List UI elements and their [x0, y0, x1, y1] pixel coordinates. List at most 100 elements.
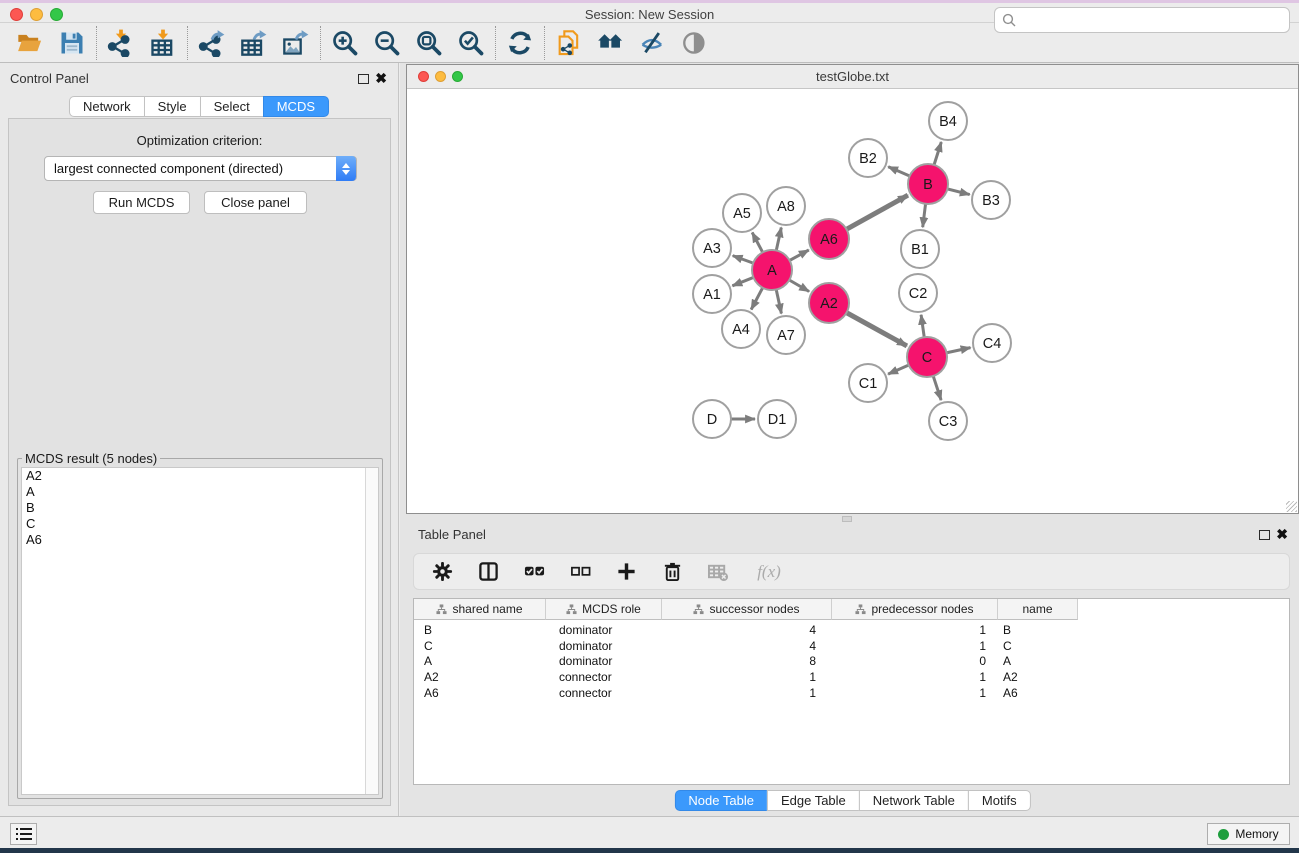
close-table-panel-icon[interactable]: ✖ — [1276, 526, 1288, 543]
delete-table-button[interactable] — [706, 560, 730, 584]
tab-motifs[interactable]: Motifs — [968, 790, 1031, 811]
network-node-A8[interactable]: A8 — [767, 187, 805, 225]
select-all-button[interactable] — [522, 560, 546, 584]
table-cell[interactable]: connector — [559, 685, 662, 701]
memory-button[interactable]: Memory — [1207, 823, 1290, 845]
network-node-A7[interactable]: A7 — [767, 316, 805, 354]
export-image-button[interactable] — [281, 28, 311, 58]
add-column-button[interactable] — [614, 560, 638, 584]
table-cell[interactable]: 1 — [832, 622, 986, 638]
tab-network-table[interactable]: Network Table — [859, 790, 969, 811]
table-cell[interactable]: dominator — [559, 638, 662, 654]
task-history-button[interactable] — [10, 823, 37, 845]
network-node-C1[interactable]: C1 — [849, 364, 887, 402]
network-node-A5[interactable]: A5 — [723, 194, 761, 232]
open-folder-button[interactable] — [15, 28, 45, 58]
hide-graphics-button[interactable] — [638, 28, 668, 58]
network-node-A[interactable]: A — [752, 250, 792, 290]
network-node-A1[interactable]: A1 — [693, 275, 731, 313]
table-cell[interactable]: 1 — [832, 638, 986, 654]
column-header-shared-name[interactable]: shared name — [414, 599, 546, 620]
network-node-B4[interactable]: B4 — [929, 102, 967, 140]
mcds-result-item[interactable]: B — [22, 500, 378, 516]
network-node-D1[interactable]: D1 — [758, 400, 796, 438]
save-session-button[interactable] — [57, 28, 87, 58]
table-cell[interactable]: 1 — [832, 685, 986, 701]
export-network-button[interactable] — [197, 28, 227, 58]
tab-network[interactable]: Network — [69, 96, 145, 117]
network-node-D[interactable]: D — [693, 400, 731, 438]
column-header-predecessor-nodes[interactable]: predecessor nodes — [832, 599, 998, 620]
zoom-in-button[interactable] — [330, 28, 360, 58]
float-table-panel-icon[interactable] — [1259, 530, 1270, 540]
table-cell[interactable]: 1 — [832, 669, 986, 685]
eye-button[interactable] — [680, 28, 710, 58]
settings-gear-button[interactable] — [430, 560, 454, 584]
network-node-B[interactable]: B — [908, 164, 948, 204]
import-network-button[interactable] — [106, 28, 136, 58]
network-node-A6[interactable]: A6 — [809, 219, 849, 259]
float-panel-icon[interactable] — [358, 74, 369, 84]
optimization-select[interactable]: largest connected component (directed) — [44, 156, 357, 181]
zoom-selected-button[interactable] — [456, 28, 486, 58]
network-node-C4[interactable]: C4 — [973, 324, 1011, 362]
import-table-button[interactable] — [148, 28, 178, 58]
mcds-result-item[interactable]: A6 — [22, 532, 378, 548]
network-node-C3[interactable]: C3 — [929, 402, 967, 440]
tab-edge-table[interactable]: Edge Table — [767, 790, 860, 811]
network-node-A2[interactable]: A2 — [809, 283, 849, 323]
table-cell[interactable]: dominator — [559, 622, 662, 638]
table-cell[interactable]: A — [1003, 653, 1078, 669]
tab-mcds[interactable]: MCDS — [263, 96, 329, 117]
home-button[interactable] — [596, 28, 626, 58]
function-button[interactable]: f(x) — [752, 560, 786, 584]
refresh-button[interactable] — [505, 28, 535, 58]
duplicate-network-button[interactable] — [554, 28, 584, 58]
table-cell[interactable]: A6 — [1003, 685, 1078, 701]
network-node-B2[interactable]: B2 — [849, 139, 887, 177]
run-mcds-button[interactable]: Run MCDS — [93, 191, 190, 214]
mcds-result-item[interactable]: C — [22, 516, 378, 532]
table-cell[interactable]: 1 — [662, 669, 816, 685]
split-panel-button[interactable] — [476, 560, 500, 584]
tab-node-table[interactable]: Node Table — [674, 790, 768, 811]
close-panel-button[interactable]: Close panel — [204, 191, 307, 214]
table-cell[interactable]: 0 — [832, 653, 986, 669]
delete-button[interactable] — [660, 560, 684, 584]
column-header-MCDS-role[interactable]: MCDS role — [546, 599, 662, 620]
table-cell[interactable]: 8 — [662, 653, 816, 669]
table-cell[interactable]: B — [1003, 622, 1078, 638]
table-cell[interactable]: B — [424, 622, 546, 638]
table-cell[interactable]: 1 — [662, 685, 816, 701]
column-header-successor-nodes[interactable]: successor nodes — [662, 599, 832, 620]
table-cell[interactable]: connector — [559, 669, 662, 685]
scrollbar-track[interactable] — [365, 468, 378, 794]
column-header-name[interactable]: name — [998, 599, 1078, 620]
search-input[interactable] — [994, 7, 1290, 33]
tab-select[interactable]: Select — [200, 96, 264, 117]
zoom-out-button[interactable] — [372, 28, 402, 58]
table-cell[interactable]: A2 — [1003, 669, 1078, 685]
network-node-A4[interactable]: A4 — [722, 310, 760, 348]
table-cell[interactable]: 4 — [662, 622, 816, 638]
table-cell[interactable]: A2 — [424, 669, 546, 685]
resize-grip-icon[interactable] — [1286, 501, 1297, 512]
table-cell[interactable]: dominator — [559, 653, 662, 669]
network-canvas[interactable]: B4 B2 B B3 A5A8A6 B1 A3 A A1 C2 A2 A4A7 C C4 C1 C3 D D1 — [407, 89, 1298, 513]
deselect-all-button[interactable] — [568, 560, 592, 584]
network-node-B1[interactable]: B1 — [901, 230, 939, 268]
tab-style[interactable]: Style — [144, 96, 201, 117]
network-node-C2[interactable]: C2 — [899, 274, 937, 312]
table-cell[interactable]: C — [424, 638, 546, 654]
network-node-B3[interactable]: B3 — [972, 181, 1010, 219]
table-cell[interactable]: A6 — [424, 685, 546, 701]
table-cell[interactable]: 4 — [662, 638, 816, 654]
close-panel-icon[interactable]: ✖ — [375, 70, 387, 87]
network-node-A3[interactable]: A3 — [693, 229, 731, 267]
table-cell[interactable]: A — [424, 653, 546, 669]
network-node-C[interactable]: C — [907, 337, 947, 377]
mcds-result-item[interactable]: A2 — [22, 468, 378, 484]
zoom-fit-button[interactable] — [414, 28, 444, 58]
table-cell[interactable]: C — [1003, 638, 1078, 654]
export-table-button[interactable] — [239, 28, 269, 58]
